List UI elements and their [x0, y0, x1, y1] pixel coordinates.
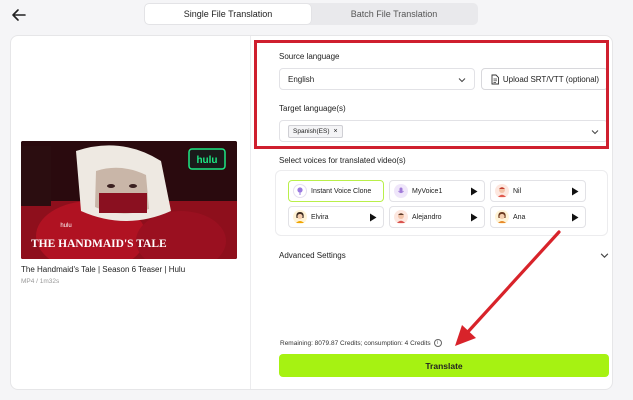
- voice-grid: Instant Voice Clone MyVoice1 Nil Elvira …: [275, 170, 608, 236]
- source-language-select[interactable]: English: [279, 68, 475, 90]
- play-icon[interactable]: [470, 187, 478, 196]
- translate-button[interactable]: Translate: [279, 354, 609, 377]
- voice-option[interactable]: Elvira: [288, 206, 384, 228]
- tab-single-file[interactable]: Single File Translation: [145, 4, 311, 24]
- voice-name: Elvira: [311, 213, 329, 221]
- thumb-hulu-badge: hulu: [196, 155, 217, 166]
- video-meta: MP4 / 1m32s: [21, 278, 60, 285]
- voice-name: Ana: [513, 213, 526, 221]
- voice-option[interactable]: MyVoice1: [389, 180, 485, 202]
- play-icon[interactable]: [369, 213, 377, 222]
- play-icon[interactable]: [571, 213, 579, 222]
- mode-tabs: Single File Translation Batch File Trans…: [144, 3, 478, 25]
- advanced-settings-label: Advanced Settings: [279, 250, 346, 260]
- source-language-label: Source language: [279, 52, 340, 61]
- settings-panel: Source language English Upload SRT/VTT (…: [269, 36, 614, 389]
- back-arrow-icon[interactable]: [9, 5, 29, 25]
- source-language-value: English: [288, 74, 315, 84]
- chevron-down-icon: [600, 252, 609, 258]
- credits-text: Remaining: 8079.87 Credits; consumption:…: [280, 339, 431, 347]
- voice-name: MyVoice1: [412, 187, 443, 195]
- voice-name: Nil: [513, 187, 522, 195]
- thumb-hulu-small: hulu: [60, 223, 71, 229]
- man-avatar-icon: [495, 184, 509, 198]
- mic-avatar-icon: [394, 184, 408, 198]
- document-icon: [491, 74, 499, 84]
- thumb-show-title: THE HANDMAID'S TALE: [31, 238, 167, 250]
- video-title: The Handmaid's Tale | Season 6 Teaser | …: [21, 265, 186, 274]
- language-chip: Spanish(ES) ×: [288, 124, 343, 138]
- chevron-down-icon: [458, 78, 466, 83]
- play-icon[interactable]: [470, 213, 478, 222]
- language-chip-label: Spanish(ES): [293, 127, 330, 135]
- chevron-down-icon: [591, 130, 599, 135]
- voice-option[interactable]: Nil: [490, 180, 586, 202]
- voice-name: Instant Voice Clone: [311, 187, 372, 195]
- main-card: hulu hulu THE HANDMAID'S TALE The Handma…: [10, 35, 613, 390]
- woman-avatar-icon: [293, 210, 307, 224]
- credits-info: Remaining: 8079.87 Credits; consumption:…: [280, 339, 442, 347]
- upload-subtitle-button[interactable]: Upload SRT/VTT (optional): [481, 68, 608, 90]
- play-icon[interactable]: [571, 187, 579, 196]
- woman-avatar-icon: [495, 210, 509, 224]
- target-language-select[interactable]: Spanish(ES) ×: [279, 120, 608, 142]
- tab-batch-file[interactable]: Batch File Translation: [311, 4, 477, 24]
- remove-chip-icon[interactable]: ×: [334, 128, 338, 135]
- voice-option[interactable]: Alejandro: [389, 206, 485, 228]
- voices-label: Select voices for translated video(s): [279, 156, 406, 165]
- video-preview-panel: hulu hulu THE HANDMAID'S TALE The Handma…: [11, 36, 251, 389]
- video-thumbnail[interactable]: hulu hulu THE HANDMAID'S TALE: [21, 141, 237, 259]
- info-icon[interactable]: i: [433, 339, 442, 347]
- voice-option[interactable]: Ana: [490, 206, 586, 228]
- voice-name: Alejandro: [412, 213, 442, 221]
- man-avatar-icon: [394, 210, 408, 224]
- voice-option[interactable]: Instant Voice Clone: [288, 180, 384, 202]
- voice-clone-icon: [293, 184, 307, 198]
- target-language-label: Target language(s): [279, 104, 346, 113]
- advanced-settings-toggle[interactable]: Advanced Settings: [279, 248, 609, 262]
- upload-subtitle-label: Upload SRT/VTT (optional): [502, 74, 600, 84]
